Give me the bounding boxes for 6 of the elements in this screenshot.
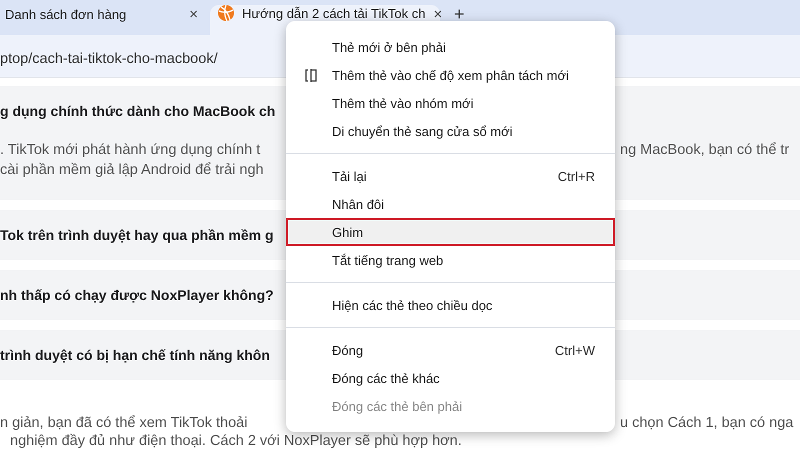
paragraph-text: . TikTok mới phát hành ứng dụng chính t <box>0 141 260 160</box>
paragraph-text: u chọn Cách 1, bạn có nga <box>620 414 794 432</box>
paragraph-text: n giản, bạn đã có thể xem TikTok thoải <box>0 414 248 432</box>
paragraph-text: ng MacBook, bạn có thể tr <box>620 141 790 160</box>
paragraph-text: nghiệm đầy đủ như điện thoại. Cách 2 với NoxPlayer sẽ phù hợp hơn. <box>10 432 462 450</box>
paragraph-text: cài phần mềm giả lập Android để trải ngh <box>0 161 264 180</box>
